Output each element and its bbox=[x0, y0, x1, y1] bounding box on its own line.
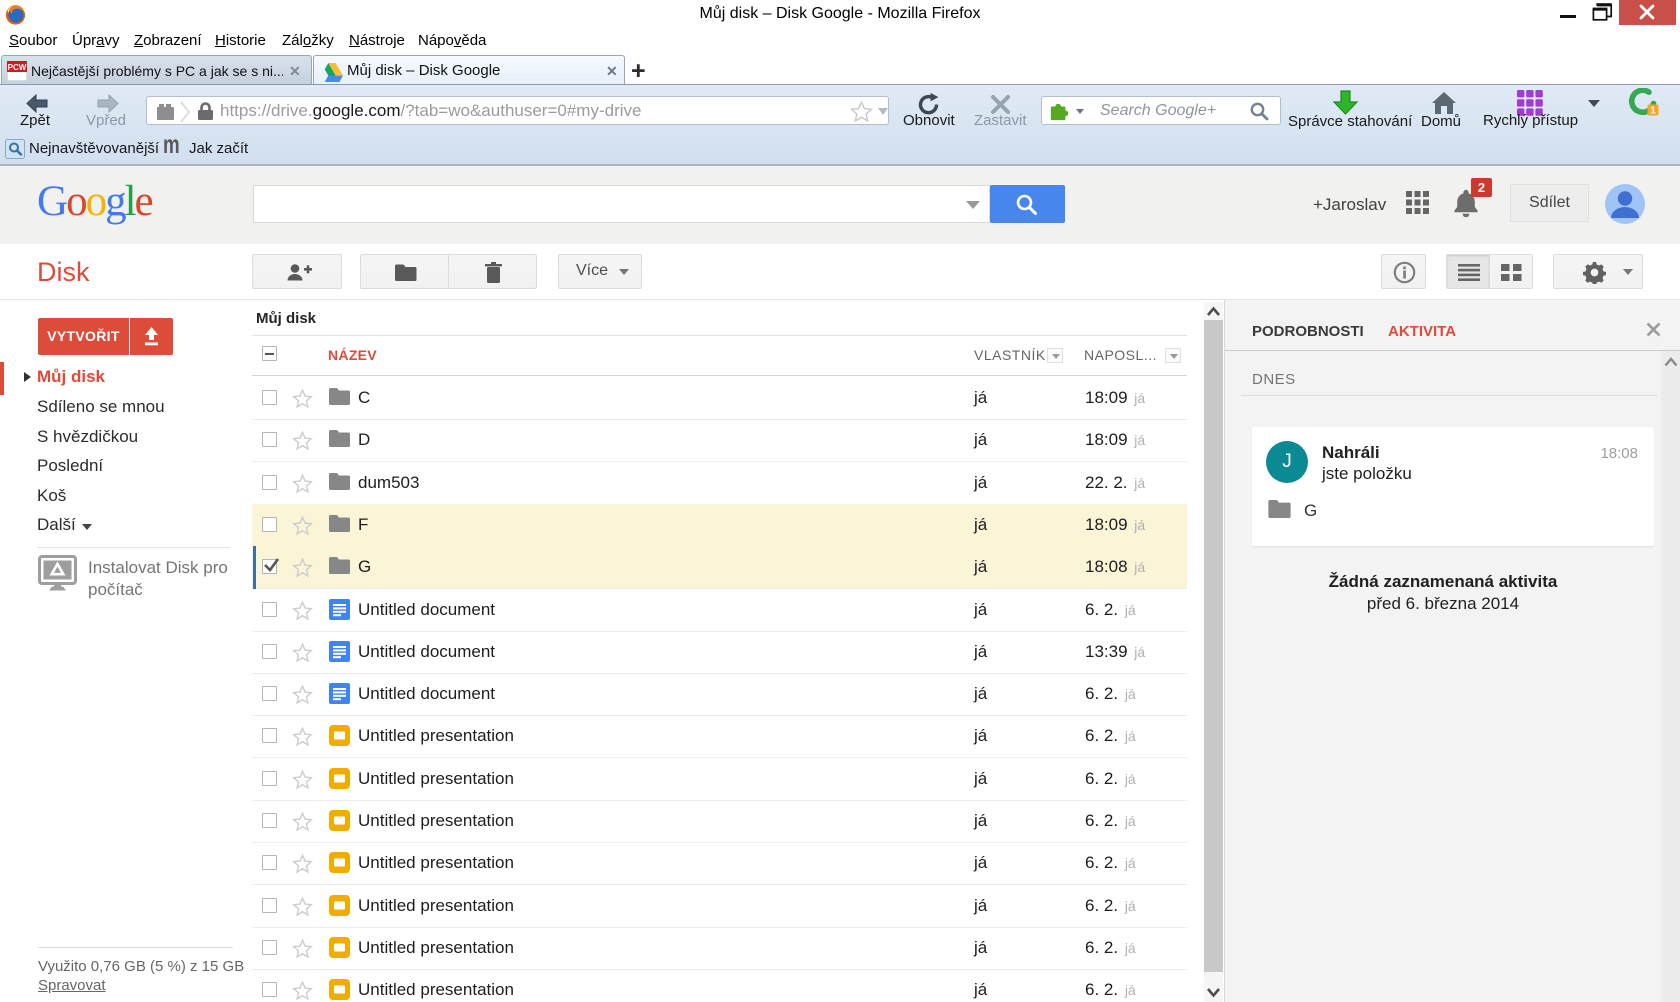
svg-text:PCW: PCW bbox=[8, 63, 27, 72]
svg-text:1: 1 bbox=[1650, 105, 1656, 117]
